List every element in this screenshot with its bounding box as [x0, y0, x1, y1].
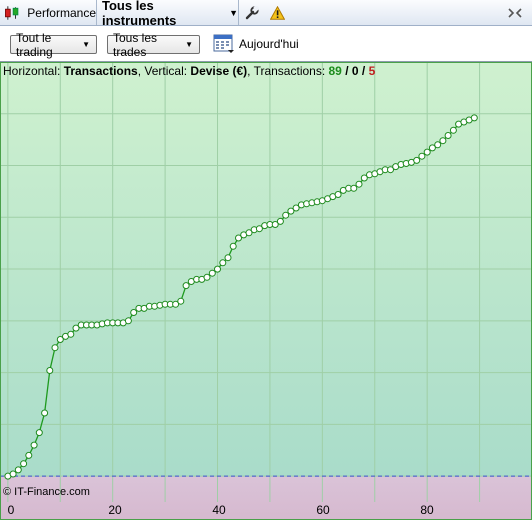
winning-trades-count: 89 [328, 64, 342, 78]
chevron-down-icon: ▼ [185, 40, 193, 49]
data-point [51, 344, 59, 352]
horizontal-value: Transactions [63, 64, 138, 78]
data-point [439, 137, 447, 145]
date-label[interactable]: Aujourd'hui [239, 37, 299, 51]
equity-chart [0, 62, 532, 520]
data-point [219, 259, 227, 267]
vertical-label: , Vertical: [137, 64, 191, 78]
trading-filter-dropdown[interactable]: Tout le trading ▼ [10, 31, 97, 59]
losing-trades-count: 5 [368, 64, 376, 78]
vertical-value: Devise (€) [190, 64, 248, 78]
data-point [177, 297, 185, 305]
copyright-text: © IT-Finance.com [3, 486, 90, 498]
loss-area [0, 476, 532, 520]
data-point [413, 156, 421, 164]
data-point [67, 330, 75, 338]
data-point [282, 211, 290, 219]
data-point [14, 466, 22, 474]
data-point [35, 429, 43, 437]
data-point [214, 265, 221, 273]
overflow-button[interactable] [500, 0, 532, 25]
tab-instruments-dropdown[interactable]: Tous les instruments ▼ [97, 0, 239, 28]
candlestick-icon [5, 5, 19, 20]
horizontal-label: Horizontal: [3, 64, 64, 78]
trades-filter-dropdown[interactable]: Tous les trades ▼ [107, 31, 200, 59]
data-point [224, 254, 232, 262]
equity-chart-svg [0, 62, 532, 520]
x-tick-label: 60 [316, 503, 330, 517]
data-point [203, 273, 211, 281]
warning-icon [269, 5, 285, 20]
overflow-arrows-icon [508, 7, 522, 18]
data-point [20, 460, 28, 468]
tab-bar: Performance Tous les instruments ▼ [0, 0, 532, 28]
x-tick-label: 80 [420, 503, 434, 517]
data-point [423, 148, 431, 156]
data-point [418, 152, 426, 160]
data-point [130, 309, 138, 316]
tab-performance[interactable]: Performance [0, 0, 97, 25]
settings-button[interactable] [240, 0, 264, 25]
data-point [350, 184, 358, 192]
data-point [124, 317, 132, 325]
data-point [434, 141, 442, 149]
data-point [182, 282, 190, 290]
chevron-down-icon: ▼ [82, 40, 90, 49]
data-point [41, 409, 49, 417]
data-point [229, 242, 237, 250]
count-separator: / [358, 64, 369, 78]
neutral-trades-count: 0 [351, 64, 359, 78]
data-point [355, 180, 363, 188]
data-point [334, 191, 342, 198]
chevron-down-icon: ▼ [229, 7, 238, 18]
data-point [444, 132, 452, 139]
count-separator: / [341, 64, 352, 78]
data-point [46, 367, 54, 374]
trading-filter-value: Tout le trading [16, 30, 53, 59]
data-point [208, 269, 216, 277]
x-tick-label: 0 [7, 503, 15, 517]
transactions-label: , Transactions: [247, 64, 329, 78]
data-point [470, 114, 478, 122]
trades-filter-value: Tous les trades [113, 30, 158, 59]
tab-instruments-label: Tous les instruments [102, 0, 177, 28]
chart-info-bar: Horizontal: Transactions, Vertical: Devi… [3, 64, 375, 78]
tab-performance-label: Performance [27, 5, 96, 20]
calendar-icon[interactable] [213, 32, 235, 54]
data-point [25, 451, 33, 459]
x-tick-label: 40 [212, 503, 226, 517]
x-tick-label: 20 [108, 503, 122, 517]
warning-button[interactable] [266, 0, 288, 25]
data-point [276, 217, 284, 225]
data-point [30, 441, 38, 449]
data-point [9, 470, 17, 478]
data-point [449, 126, 457, 134]
wrench-icon [245, 5, 259, 19]
